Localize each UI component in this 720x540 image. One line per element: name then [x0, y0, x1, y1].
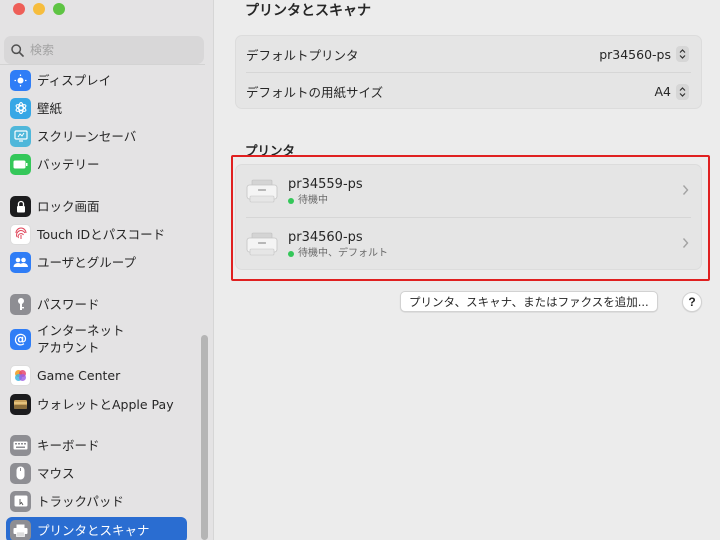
window-controls — [13, 3, 65, 15]
sidebar-item-keyboard[interactable]: キーボード — [6, 432, 187, 458]
keyboard-icon — [10, 434, 31, 456]
sidebar-scrollbar[interactable] — [201, 335, 209, 540]
page-title: プリンタとスキャナ — [245, 3, 371, 19]
paper-size-popup[interactable]: A4 — [654, 83, 689, 100]
status-dot-icon — [288, 197, 294, 204]
printer-status: 待機中、デフォルト — [288, 247, 388, 261]
at-icon: @ — [10, 328, 31, 350]
sidebar-item-label: スクリーンセーバ — [37, 128, 137, 144]
sidebar-item-users[interactable]: ユーザとグループ — [6, 249, 187, 275]
defaults-group: デフォルトプリンタ pr34560-ps デフォルトの用紙サイズ A4 — [235, 35, 702, 109]
users-icon — [10, 251, 31, 273]
sidebar-scrollbar-thumb[interactable] — [201, 335, 208, 540]
printer-info: pr34560-ps 待機中、デフォルト — [288, 229, 388, 261]
sidebar-item-label: ロック画面 — [37, 198, 100, 214]
trackpad-icon — [10, 490, 31, 512]
sidebar-item-internet-accounts[interactable]: @ インターネット アカウント — [6, 320, 187, 358]
sidebar-item-label: Touch IDとパスコード — [37, 226, 166, 242]
status-dot-icon — [288, 250, 294, 257]
sidebar-item-label: 壁紙 — [37, 100, 63, 116]
default-printer-popup[interactable]: pr34560-ps — [599, 46, 689, 62]
lock-icon — [10, 195, 31, 217]
wallet-icon — [10, 393, 31, 415]
main-pane: プリンタとスキャナ デフォルトプリンタ pr34560-ps デフォルトの用紙サ… — [215, 0, 720, 540]
search-icon — [11, 43, 24, 57]
sidebar-item-label: インターネット アカウント — [37, 322, 125, 356]
sidebar-item-label: キーボード — [37, 437, 100, 453]
printer-device-icon — [246, 232, 278, 255]
sidebar-item-label: ディスプレイ — [37, 72, 112, 88]
sidebar-item-battery[interactable]: バッテリー — [6, 151, 187, 177]
sidebar-item-label: マウス — [37, 465, 75, 481]
close-window-button[interactable] — [13, 3, 25, 15]
sidebar-item-label: プリンタとスキャナ — [37, 522, 150, 538]
updown-chevron-icon — [676, 83, 689, 100]
key-icon — [10, 293, 31, 315]
printer-device-icon — [246, 179, 278, 202]
screensaver-icon — [10, 125, 31, 147]
printer-icon — [10, 519, 31, 540]
paper-size-row: デフォルトの用紙サイズ A4 — [236, 73, 701, 110]
sidebar: ディスプレイ 壁紙 スクリーンセーバ バッテリー ロック画面 — [0, 0, 214, 540]
printer-row[interactable]: pr34560-ps 待機中、デフォルト — [236, 218, 701, 271]
sidebar-item-label: トラックパッド — [37, 493, 124, 509]
sidebar-item-label: パスワード — [37, 296, 100, 312]
battery-icon — [10, 153, 31, 175]
sidebar-item-printers-scanners[interactable]: プリンタとスキャナ — [6, 517, 187, 540]
printers-list: pr34559-ps 待機中 pr34560-ps 待機中、デフォルト — [235, 164, 702, 270]
search-field[interactable] — [4, 36, 204, 64]
printer-name: pr34559-ps — [288, 176, 363, 192]
sidebar-item-wallpaper[interactable]: 壁紙 — [6, 95, 187, 121]
display-icon — [10, 69, 31, 91]
search-input[interactable] — [30, 43, 190, 57]
sidebar-item-display[interactable]: ディスプレイ — [6, 67, 187, 93]
help-button[interactable]: ? — [682, 292, 702, 312]
printer-status-text: 待機中、デフォルト — [298, 247, 388, 259]
chevron-right-icon — [682, 238, 689, 248]
printer-row[interactable]: pr34559-ps 待機中 — [236, 165, 701, 218]
sidebar-item-label: バッテリー — [37, 156, 100, 172]
sidebar-item-wallet[interactable]: ウォレットとApple Pay — [6, 391, 187, 417]
sidebar-item-label: ユーザとグループ — [37, 254, 137, 270]
game-center-icon — [10, 364, 31, 386]
sidebar-item-touch-id[interactable]: Touch IDとパスコード — [6, 221, 187, 247]
zoom-window-button[interactable] — [53, 3, 65, 15]
printer-name: pr34560-ps — [288, 229, 363, 245]
paper-size-label: デフォルトの用紙サイズ — [246, 85, 384, 100]
printer-info: pr34559-ps 待機中 — [288, 176, 363, 208]
paper-size-value: A4 — [654, 84, 671, 99]
add-printer-button[interactable]: プリンタ、スキャナ、またはファクスを追加... — [400, 291, 658, 312]
sidebar-item-game-center[interactable]: Game Center — [6, 362, 187, 388]
wallpaper-icon — [10, 97, 31, 119]
sidebar-item-label: ウォレットとApple Pay — [37, 396, 174, 412]
fingerprint-icon — [10, 223, 31, 245]
sidebar-item-passwords[interactable]: パスワード — [6, 291, 187, 317]
sidebar-item-trackpad[interactable]: トラックパッド — [6, 488, 187, 514]
printer-status-text: 待機中 — [298, 194, 328, 206]
chevron-right-icon — [682, 185, 689, 195]
sidebar-item-label-line2: アカウント — [37, 340, 100, 355]
updown-chevron-icon — [676, 46, 689, 62]
printers-section-label: プリンタ — [245, 143, 296, 158]
minimize-window-button[interactable] — [33, 3, 45, 15]
default-printer-row: デフォルトプリンタ pr34560-ps — [246, 36, 691, 73]
mouse-icon — [10, 462, 31, 484]
sidebar-item-lock-screen[interactable]: ロック画面 — [6, 193, 187, 219]
sidebar-list: ディスプレイ 壁紙 スクリーンセーバ バッテリー ロック画面 Touch IDと… — [0, 64, 205, 540]
default-printer-value: pr34560-ps — [599, 46, 671, 62]
sidebar-item-mouse[interactable]: マウス — [6, 460, 187, 486]
sidebar-item-label-line1: インターネット — [37, 323, 125, 338]
default-printer-label: デフォルトプリンタ — [246, 47, 359, 63]
sidebar-item-screensaver[interactable]: スクリーンセーバ — [6, 123, 187, 149]
sidebar-item-label: Game Center — [37, 367, 121, 383]
printer-status: 待機中 — [288, 194, 363, 208]
